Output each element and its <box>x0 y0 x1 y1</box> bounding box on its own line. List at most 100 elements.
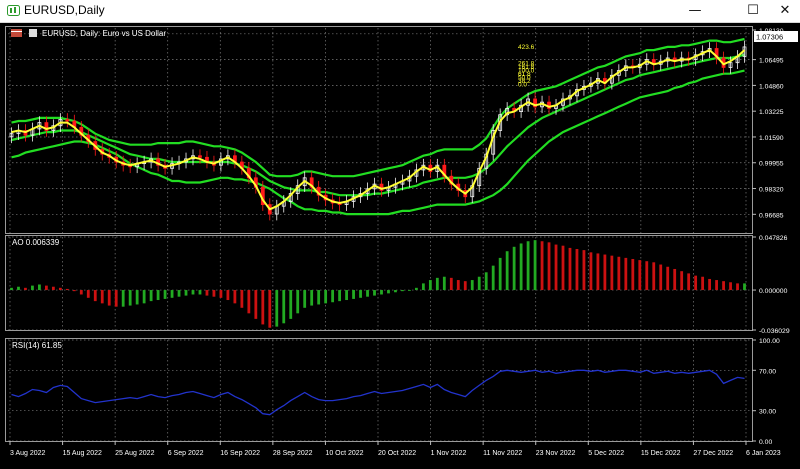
ao-bar <box>498 257 502 291</box>
current-price-label: 1.07306 <box>756 33 783 42</box>
ao-bar <box>310 290 314 306</box>
ao-bar <box>219 290 223 298</box>
ao-bar <box>589 252 593 291</box>
ao-bar <box>177 290 181 297</box>
ao-bar <box>121 290 125 307</box>
ao-bar <box>149 290 153 302</box>
x-tick-label: 23 Nov 2022 <box>536 450 576 457</box>
ao-bar <box>163 290 167 299</box>
x-tick-label: 3 Aug 2022 <box>10 450 46 457</box>
ao-bar <box>673 268 677 291</box>
ao-bar <box>303 290 307 308</box>
y-axis-ticks: 1.06495 1.04860 1.03225 1.01590 0.99955 0.983… <box>752 28 790 446</box>
ao-bar <box>624 257 628 291</box>
ao-bar <box>519 243 523 291</box>
ao-bar <box>715 280 718 291</box>
x-tick-label: 16 Sep 2022 <box>220 450 260 457</box>
ao-bar <box>526 241 530 291</box>
candle-body <box>198 155 202 158</box>
ao-bar <box>331 290 335 303</box>
chart-header-text: EURUSD, Daily: Euro vs US Dollar <box>42 29 166 38</box>
ao-bar <box>456 280 460 291</box>
ao-bar <box>205 290 209 296</box>
y-tick-label: 70.00 <box>759 368 776 375</box>
close-button[interactable]: ✕ <box>770 0 800 22</box>
ao-bar <box>191 290 195 295</box>
current-price-tag: 1.07306 <box>754 31 798 42</box>
ao-bar <box>289 290 293 319</box>
x-tick-label: 6 Jan 2023 <box>746 450 781 457</box>
app-window: EURUSD,Daily — ☐ ✕ 423.6 261.8 161.8 100.0 6… <box>0 0 800 469</box>
ao-bar <box>240 290 244 308</box>
ao-bar <box>352 290 355 299</box>
y-tick-label: 30.00 <box>759 409 776 416</box>
maximize-button[interactable]: ☐ <box>738 0 768 22</box>
fibonacci-levels: 423.6261.8161.8100.061.850.038.20.0 <box>518 44 535 89</box>
x-tick-label: 15 Dec 2022 <box>641 450 681 457</box>
ao-bar <box>254 290 258 319</box>
x-tick-label: 15 Aug 2022 <box>63 450 102 457</box>
ao-bar <box>79 290 83 295</box>
ao-bar <box>610 255 614 291</box>
ao-bar <box>100 290 104 304</box>
ao-bar <box>666 266 670 291</box>
x-tick-label: 11 Nov 2022 <box>483 450 522 457</box>
ao-bar <box>645 261 649 291</box>
ao-bar <box>142 290 146 304</box>
ao-bar <box>736 283 739 291</box>
ao-bar <box>547 242 551 291</box>
y-tick-label: 0.96685 <box>759 212 784 219</box>
chart-type-icon <box>29 29 37 37</box>
ao-bar <box>233 290 237 304</box>
x-tick-label: 20 Oct 2022 <box>378 450 416 457</box>
ao-bar <box>387 290 390 294</box>
y-tick-label: 0.98320 <box>759 187 784 194</box>
ao-bar <box>435 277 439 291</box>
ao-bar <box>324 290 328 304</box>
y-tick-label: 0.99955 <box>759 161 784 168</box>
ao-bar <box>533 240 537 291</box>
ao-bar <box>394 290 397 293</box>
x-tick-label: 6 Sep 2022 <box>168 450 204 457</box>
ao-bar <box>638 260 642 291</box>
ao-bar <box>114 290 118 307</box>
ao-bar <box>408 290 411 291</box>
x-tick-label: 27 Dec 2022 <box>693 450 733 457</box>
grid-lines <box>8 28 752 442</box>
y-tick-label: -0.036029 <box>759 328 790 335</box>
ao-bar <box>561 245 565 291</box>
ao-bar <box>17 286 20 291</box>
price-chart-svg[interactable]: 423.6261.8161.8100.061.850.038.20.0 1.06… <box>0 23 800 469</box>
ao-panel-label: AO 0.006339 <box>12 238 60 247</box>
ao-bar <box>491 265 495 291</box>
ao-bar <box>107 290 111 306</box>
y-tick-label: 1.03225 <box>759 109 784 116</box>
ao-bar <box>282 290 286 324</box>
ao-bar <box>10 287 13 291</box>
chart-area[interactable]: 423.6 261.8 161.8 100.0 61.8 50.0 38.2 0.0 1.06… <box>0 23 800 469</box>
y-tick-label: 100.00 <box>759 338 780 345</box>
ao-bar <box>58 287 62 291</box>
main-panel-border <box>5 26 753 234</box>
flag-icon-stripe <box>11 31 22 32</box>
ao-bar <box>722 281 725 291</box>
ao-bar <box>24 287 27 291</box>
y-tick-label: 1.06495 <box>759 58 784 65</box>
ao-bar <box>380 290 383 295</box>
ao-bar <box>275 290 279 327</box>
ao-bar <box>659 264 663 291</box>
ao-bar <box>652 262 656 291</box>
minimize-button[interactable]: — <box>680 0 710 22</box>
ao-bar <box>708 278 712 291</box>
x-tick-label: 1 Nov 2022 <box>431 450 467 457</box>
ao-bar <box>226 290 230 301</box>
ao-bar <box>505 251 509 291</box>
ao-bar <box>247 290 251 314</box>
rsi-panel-border <box>5 338 753 442</box>
chart-header: EURUSD, Daily: Euro vs US Dollar <box>11 29 166 38</box>
ao-bar <box>31 285 34 291</box>
ao-bar <box>184 290 188 296</box>
ao-bar <box>296 290 300 314</box>
ao-bar <box>694 275 698 291</box>
ao-bar <box>38 284 41 291</box>
